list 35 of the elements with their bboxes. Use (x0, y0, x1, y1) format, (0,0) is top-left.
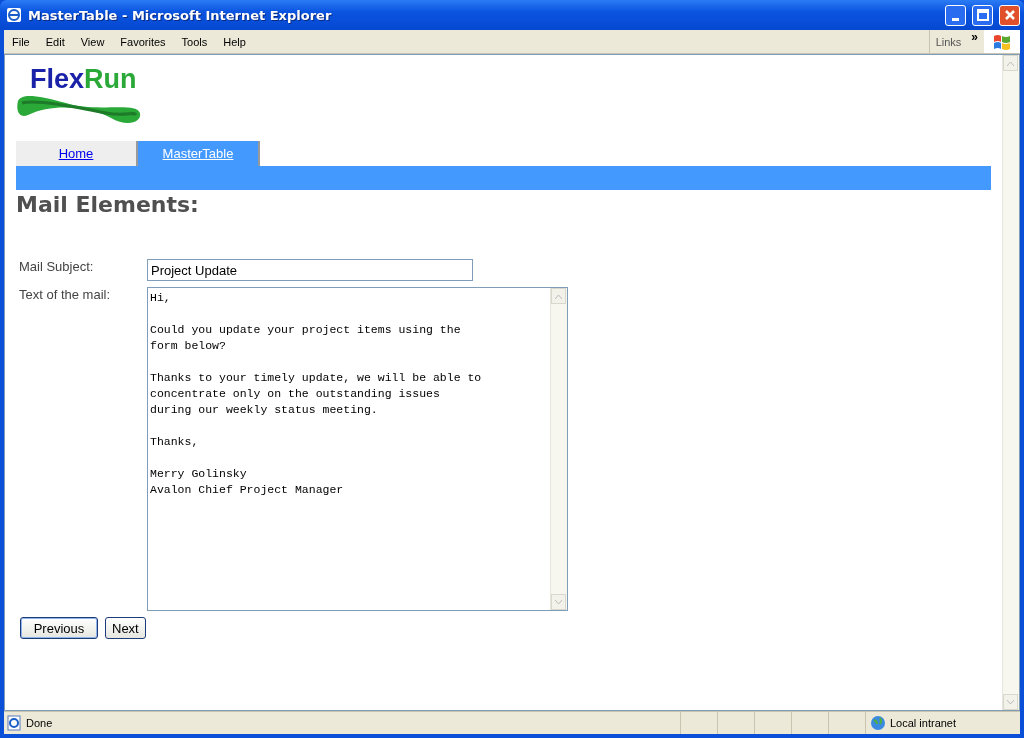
caret-up-icon[interactable] (1007, 60, 1014, 66)
page-icon (6, 715, 22, 731)
status-text: Done (26, 717, 53, 729)
windows-flag-icon (992, 32, 1012, 51)
caret-down-icon[interactable] (555, 599, 562, 605)
menu-item[interactable]: File (4, 35, 38, 48)
scrollbar[interactable] (1002, 55, 1019, 710)
nav-button[interactable]: Next (105, 617, 146, 639)
close-button[interactable] (999, 4, 1020, 26)
nav-tab[interactable]: Home (16, 141, 138, 166)
menu-item[interactable]: Edit (37, 35, 73, 48)
nav-button[interactable]: Previous (20, 617, 98, 639)
maximize-icon (976, 9, 989, 21)
caret-down-icon[interactable] (1007, 699, 1014, 705)
close-icon (1003, 9, 1016, 21)
maximize-button[interactable] (972, 4, 993, 26)
zone-text: Local intranet (890, 717, 957, 729)
menu-item[interactable]: View (72, 35, 113, 48)
menu-item[interactable]: Help (215, 35, 254, 48)
menu-item[interactable]: Tools (173, 35, 216, 48)
globe-icon (870, 715, 886, 731)
minimize-icon (952, 17, 959, 21)
minimize-button[interactable] (945, 4, 966, 26)
field-label: Text of the mail: (19, 287, 112, 302)
subject-field[interactable]: Project Update (147, 259, 473, 281)
browser-icon (6, 7, 22, 23)
logo-text: FlexRun (29, 65, 138, 93)
chevron[interactable]: » (971, 29, 978, 44)
links-label[interactable]: Links (935, 35, 962, 48)
mail-text-area[interactable]: Hi, Could you update your project items using the form below? Thanks to your timely update, we will be able to concentrate only on the outstanding issues during our weekly status meeting. Thanks, Merry Golinsky Avalon Chief Project Manager (147, 287, 568, 611)
menu-item[interactable]: Favorites (112, 35, 174, 48)
field-label: Mail Subject: (19, 259, 95, 274)
page-heading: Mail Elements: (16, 192, 200, 217)
caret-up-icon[interactable] (555, 293, 562, 299)
window-title: MasterTable - Microsoft Internet Explorer (28, 7, 333, 23)
